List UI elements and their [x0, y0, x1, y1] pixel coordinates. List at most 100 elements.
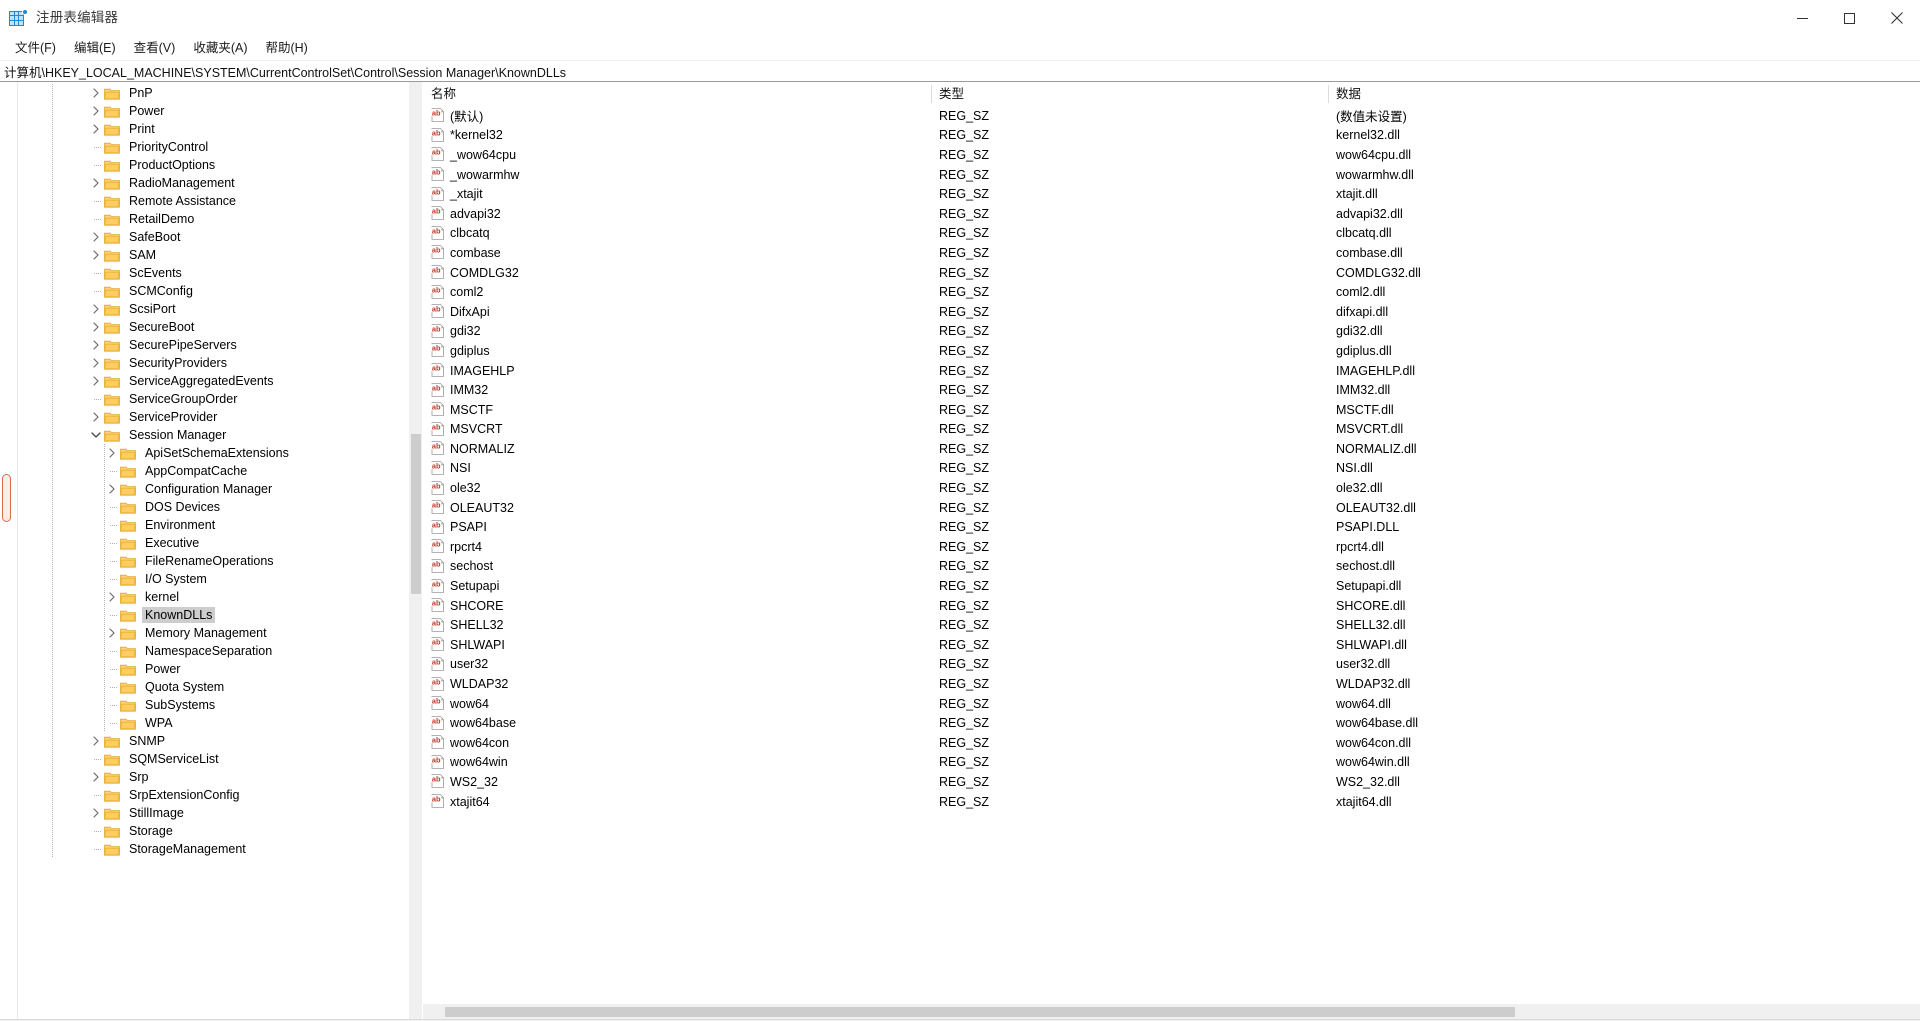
table-row[interactable]: ab wow64win REG_SZ wow64win.dll	[423, 753, 1920, 773]
tree-item-executive[interactable]: Executive	[0, 534, 422, 552]
table-row[interactable]: ab *kernel32 REG_SZ kernel32.dll	[423, 126, 1920, 146]
table-row[interactable]: ab wow64base REG_SZ wow64base.dll	[423, 713, 1920, 733]
table-row[interactable]: ab user32 REG_SZ user32.dll	[423, 655, 1920, 675]
chevron-right-icon[interactable]	[88, 336, 104, 354]
table-row[interactable]: ab NSI REG_SZ NSI.dll	[423, 459, 1920, 479]
tree-item-environment[interactable]: Environment	[0, 516, 422, 534]
tree-item-appcompatcache[interactable]: AppCompatCache	[0, 462, 422, 480]
tree-item-power[interactable]: Power	[0, 660, 422, 678]
column-header-data[interactable]: 数据	[1328, 82, 1920, 106]
tree-item-kernel[interactable]: kernel	[0, 588, 422, 606]
tree-item-quota-system[interactable]: Quota System	[0, 678, 422, 696]
tree-item-radiomanagement[interactable]: RadioManagement	[0, 174, 422, 192]
table-row[interactable]: ab combase REG_SZ combase.dll	[423, 243, 1920, 263]
table-row[interactable]: ab wow64con REG_SZ wow64con.dll	[423, 733, 1920, 753]
chevron-right-icon[interactable]	[88, 372, 104, 390]
table-row[interactable]: ab PSAPI REG_SZ PSAPI.DLL	[423, 517, 1920, 537]
tree-item-session-manager[interactable]: Session Manager	[0, 426, 422, 444]
tree-item-apisetschemaextensions[interactable]: ApiSetSchemaExtensions	[0, 444, 422, 462]
table-row[interactable]: ab Setupapi REG_SZ Setupapi.dll	[423, 576, 1920, 596]
list-horizontal-scrollbar[interactable]	[423, 1003, 1920, 1019]
tree-item-dos-devices[interactable]: DOS Devices	[0, 498, 422, 516]
table-row[interactable]: ab _xtajit REG_SZ xtajit.dll	[423, 184, 1920, 204]
chevron-right-icon[interactable]	[88, 174, 104, 192]
table-row[interactable]: ab MSCTF REG_SZ MSCTF.dll	[423, 400, 1920, 420]
tree-item-securepipeservers[interactable]: SecurePipeServers	[0, 336, 422, 354]
tree-item-wpa[interactable]: WPA	[0, 714, 422, 732]
table-row[interactable]: ab gdi32 REG_SZ gdi32.dll	[423, 322, 1920, 342]
table-row[interactable]: ab COMDLG32 REG_SZ COMDLG32.dll	[423, 263, 1920, 283]
table-row[interactable]: ab clbcatq REG_SZ clbcatq.dll	[423, 224, 1920, 244]
tree-item-scevents[interactable]: ScEvents	[0, 264, 422, 282]
address-bar[interactable]: 计算机\HKEY_LOCAL_MACHINE\SYSTEM\CurrentCon…	[0, 60, 1920, 82]
table-row[interactable]: ab MSVCRT REG_SZ MSVCRT.dll	[423, 420, 1920, 440]
chevron-right-icon[interactable]	[88, 804, 104, 822]
maximize-button[interactable]	[1826, 0, 1873, 36]
tree-item-serviceprovider[interactable]: ServiceProvider	[0, 408, 422, 426]
chevron-right-icon[interactable]	[104, 624, 120, 642]
tree-item-storagemanagement[interactable]: StorageManagement	[0, 840, 422, 858]
menu-view[interactable]: 查看(V)	[125, 37, 185, 59]
chevron-right-icon[interactable]	[88, 120, 104, 138]
table-row[interactable]: ab gdiplus REG_SZ gdiplus.dll	[423, 341, 1920, 361]
table-row[interactable]: ab DifxApi REG_SZ difxapi.dll	[423, 302, 1920, 322]
tree-item-securityproviders[interactable]: SecurityProviders	[0, 354, 422, 372]
menu-file[interactable]: 文件(F)	[6, 37, 65, 59]
tree-item-secureboot[interactable]: SecureBoot	[0, 318, 422, 336]
table-row[interactable]: ab SHLWAPI REG_SZ SHLWAPI.dll	[423, 635, 1920, 655]
table-row[interactable]: ab (默认) REG_SZ (数值未设置)	[423, 106, 1920, 126]
table-row[interactable]: ab xtajit64 REG_SZ xtajit64.dll	[423, 792, 1920, 812]
tree-item-prioritycontrol[interactable]: PriorityControl	[0, 138, 422, 156]
tree-item-i-o-system[interactable]: I/O System	[0, 570, 422, 588]
tree-item-scmconfig[interactable]: SCMConfig	[0, 282, 422, 300]
tree-item-snmp[interactable]: SNMP	[0, 732, 422, 750]
tree-item-storage[interactable]: Storage	[0, 822, 422, 840]
chevron-right-icon[interactable]	[88, 84, 104, 102]
table-row[interactable]: ab coml2 REG_SZ coml2.dll	[423, 282, 1920, 302]
tree-item-productoptions[interactable]: ProductOptions	[0, 156, 422, 174]
table-row[interactable]: ab OLEAUT32 REG_SZ OLEAUT32.dll	[423, 498, 1920, 518]
table-row[interactable]: ab _wowarmhw REG_SZ wowarmhw.dll	[423, 165, 1920, 185]
tree-item-subsystems[interactable]: SubSystems	[0, 696, 422, 714]
chevron-down-icon[interactable]	[88, 426, 104, 444]
tree-item-namespaceseparation[interactable]: NamespaceSeparation	[0, 642, 422, 660]
menu-help[interactable]: 帮助(H)	[256, 37, 316, 59]
table-row[interactable]: ab NORMALIZ REG_SZ NORMALIZ.dll	[423, 439, 1920, 459]
table-row[interactable]: ab sechost REG_SZ sechost.dll	[423, 557, 1920, 577]
table-row[interactable]: ab IMAGEHLP REG_SZ IMAGEHLP.dll	[423, 361, 1920, 381]
table-row[interactable]: ab WLDAP32 REG_SZ WLDAP32.dll	[423, 674, 1920, 694]
tree-item-srp[interactable]: Srp	[0, 768, 422, 786]
list-scroll-thumb[interactable]	[445, 1007, 1515, 1017]
tree-item-knowndlls[interactable]: KnownDLLs	[0, 606, 422, 624]
column-header-name[interactable]: 名称	[423, 82, 931, 106]
tree-item-servicegrouporder[interactable]: ServiceGroupOrder	[0, 390, 422, 408]
table-row[interactable]: ab SHCORE REG_SZ SHCORE.dll	[423, 596, 1920, 616]
table-row[interactable]: ab wow64 REG_SZ wow64.dll	[423, 694, 1920, 714]
chevron-right-icon[interactable]	[88, 408, 104, 426]
table-row[interactable]: ab IMM32 REG_SZ IMM32.dll	[423, 380, 1920, 400]
tree-item-stillimage[interactable]: StillImage	[0, 804, 422, 822]
tree-item-configuration-manager[interactable]: Configuration Manager	[0, 480, 422, 498]
tree-item-pnp[interactable]: PnP	[0, 84, 422, 102]
table-row[interactable]: ab SHELL32 REG_SZ SHELL32.dll	[423, 615, 1920, 635]
table-row[interactable]: ab rpcrt4 REG_SZ rpcrt4.dll	[423, 537, 1920, 557]
tree-item-safeboot[interactable]: SafeBoot	[0, 228, 422, 246]
tree-item-retaildemo[interactable]: RetailDemo	[0, 210, 422, 228]
registry-tree[interactable]: PnP Power Print PriorityControl ProductOptio…	[0, 82, 422, 858]
chevron-right-icon[interactable]	[88, 300, 104, 318]
tree-item-srpextensionconfig[interactable]: SrpExtensionConfig	[0, 786, 422, 804]
menu-edit[interactable]: 编辑(E)	[65, 37, 125, 59]
table-row[interactable]: ab _wow64cpu REG_SZ wow64cpu.dll	[423, 145, 1920, 165]
chevron-right-icon[interactable]	[88, 318, 104, 336]
tree-item-scsiport[interactable]: ScsiPort	[0, 300, 422, 318]
chevron-right-icon[interactable]	[88, 246, 104, 264]
tree-item-remote-assistance[interactable]: Remote Assistance	[0, 192, 422, 210]
chevron-right-icon[interactable]	[104, 480, 120, 498]
chevron-right-icon[interactable]	[88, 102, 104, 120]
chevron-right-icon[interactable]	[88, 228, 104, 246]
chevron-right-icon[interactable]	[88, 768, 104, 786]
tree-item-power[interactable]: Power	[0, 102, 422, 120]
registry-values-list[interactable]: ab (默认) REG_SZ (数值未设置) ab *kernel32 REG_SZ kern…	[423, 106, 1920, 1003]
tree-item-serviceaggregatedevents[interactable]: ServiceAggregatedEvents	[0, 372, 422, 390]
chevron-right-icon[interactable]	[88, 354, 104, 372]
